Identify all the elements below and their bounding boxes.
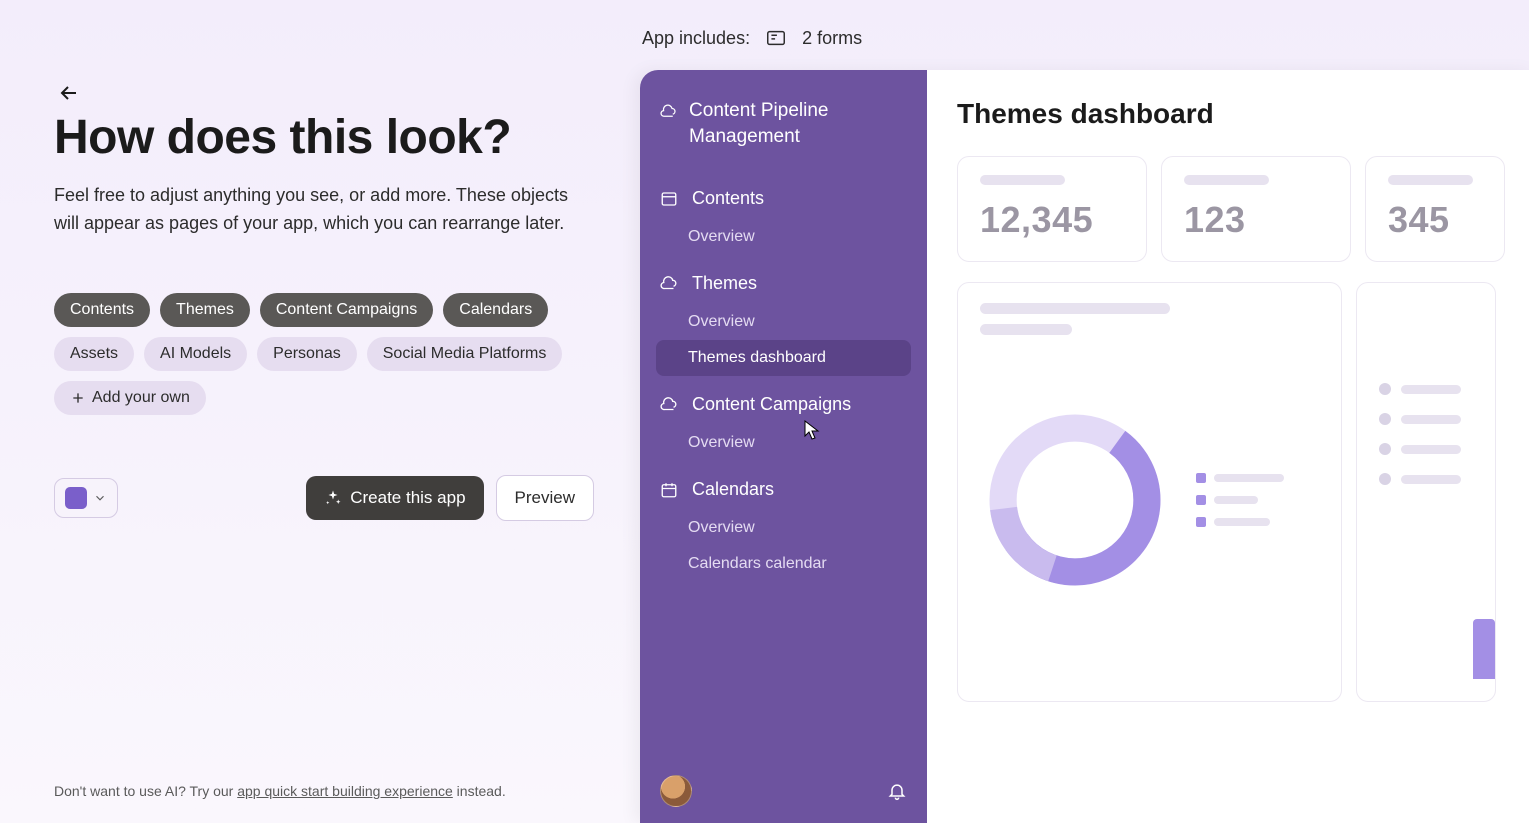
chip-social-media-platforms[interactable]: Social Media Platforms <box>367 337 563 371</box>
create-app-label: Create this app <box>350 488 465 508</box>
preview-label: Preview <box>515 488 575 507</box>
pv-section-content-campaigns[interactable]: Content Campaigns <box>656 384 911 425</box>
stat-value: 12,345 <box>980 199 1124 241</box>
bar-chart <box>1473 619 1495 679</box>
cloud-icon <box>660 396 678 414</box>
chip-add-your-own[interactable]: Add your own <box>54 381 206 415</box>
app-includes: App includes: 2 forms <box>640 26 1529 70</box>
object-chips: Contents Themes Content Campaigns Calend… <box>54 293 586 415</box>
chip-assets[interactable]: Assets <box>54 337 134 371</box>
pv-item-themes-dashboard[interactable]: Themes dashboard <box>656 340 911 376</box>
chip-content-campaigns[interactable]: Content Campaigns <box>260 293 433 327</box>
stat-card: 12,345 <box>957 156 1147 262</box>
plus-icon <box>70 390 86 406</box>
preview-app-title: Content Pipeline Management <box>689 98 907 150</box>
pv-section-contents[interactable]: Contents <box>656 178 911 219</box>
stat-value: 123 <box>1184 199 1328 241</box>
stat-label-skeleton <box>980 175 1065 185</box>
pv-item-calendars-overview[interactable]: Overview <box>656 510 911 546</box>
skeleton-line <box>980 303 1170 314</box>
stat-label-skeleton <box>1388 175 1473 185</box>
footer-link[interactable]: app quick start building experience <box>237 783 453 799</box>
pv-section-content-campaigns-label: Content Campaigns <box>692 394 851 415</box>
chip-calendars[interactable]: Calendars <box>443 293 548 327</box>
preview-sidebar: Content Pipeline Management Contents Ove… <box>640 70 927 823</box>
table-icon <box>660 190 678 208</box>
pv-item-themes-overview[interactable]: Overview <box>656 304 911 340</box>
app-includes-label: App includes: <box>642 28 750 49</box>
back-button[interactable] <box>54 78 84 108</box>
pv-section-calendars-label: Calendars <box>692 479 774 500</box>
calendar-icon <box>660 481 678 499</box>
skeleton-line <box>980 324 1072 335</box>
bars-panel <box>1356 282 1496 702</box>
form-icon <box>764 26 788 50</box>
preview-main-title: Themes dashboard <box>957 98 1505 130</box>
color-swatch <box>65 487 87 509</box>
footer-text: Don't want to use AI? Try our app quick … <box>54 783 506 799</box>
chip-ai-models[interactable]: AI Models <box>144 337 247 371</box>
pv-section-calendars[interactable]: Calendars <box>656 469 911 510</box>
preview-button[interactable]: Preview <box>496 475 594 521</box>
sparkle-icon <box>324 489 342 507</box>
stat-card: 345 <box>1365 156 1505 262</box>
bell-icon[interactable] <box>887 781 907 801</box>
donut-panel <box>957 282 1342 702</box>
cloud-icon <box>660 275 678 293</box>
pv-section-themes[interactable]: Themes <box>656 263 911 304</box>
donut-legend <box>1196 473 1284 527</box>
avatar[interactable] <box>660 775 692 807</box>
stat-card: 123 <box>1161 156 1351 262</box>
pv-item-contents-overview[interactable]: Overview <box>656 219 911 255</box>
pv-item-content-campaigns-overview[interactable]: Overview <box>656 425 911 461</box>
stat-label-skeleton <box>1184 175 1269 185</box>
cloud-icon <box>660 102 677 122</box>
chip-themes[interactable]: Themes <box>160 293 250 327</box>
preview-main: Themes dashboard 12,345 123 345 <box>927 70 1529 823</box>
donut-chart <box>980 405 1170 595</box>
page-subtitle: Feel free to adjust anything you see, or… <box>54 181 586 237</box>
stat-value: 345 <box>1388 199 1482 241</box>
color-picker[interactable] <box>54 478 118 518</box>
create-app-button[interactable]: Create this app <box>306 476 483 520</box>
chip-contents[interactable]: Contents <box>54 293 150 327</box>
pv-item-calendars-calendar[interactable]: Calendars calendar <box>656 546 911 582</box>
chip-add-label: Add your own <box>92 389 190 407</box>
pv-section-themes-label: Themes <box>692 273 757 294</box>
bars-legend <box>1379 383 1473 485</box>
forms-count: 2 forms <box>802 28 862 49</box>
pv-section-contents-label: Contents <box>692 188 764 209</box>
chevron-down-icon <box>93 491 107 505</box>
preview-frame: Content Pipeline Management Contents Ove… <box>640 70 1529 823</box>
chip-personas[interactable]: Personas <box>257 337 357 371</box>
page-title: How does this look? <box>54 110 586 165</box>
